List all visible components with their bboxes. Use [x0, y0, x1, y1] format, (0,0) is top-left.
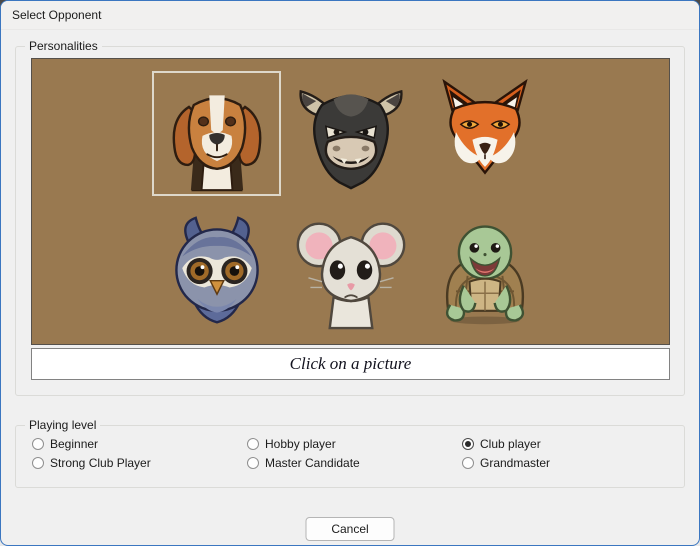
avatar-mouse[interactable]	[286, 209, 415, 334]
avatar-turtle[interactable]	[420, 209, 549, 334]
radio-label: Master Candidate	[265, 456, 360, 470]
radio-label: Beginner	[50, 437, 98, 451]
avatar-row-bottom	[32, 209, 669, 334]
personalities-label: Personalities	[25, 39, 102, 54]
radio-icon[interactable]	[32, 438, 44, 450]
radio-option-strong-club-player[interactable]: Strong Club Player	[32, 455, 151, 471]
radio-option-master-candidate[interactable]: Master Candidate	[247, 455, 360, 471]
titlebar[interactable]: Select Opponent	[1, 1, 699, 30]
radio-option-hobby-player[interactable]: Hobby player	[247, 436, 336, 452]
turtle-icon	[427, 214, 543, 330]
cancel-button[interactable]: Cancel	[306, 517, 395, 541]
avatar-owl[interactable]	[152, 209, 281, 334]
fox-icon	[427, 76, 543, 192]
playing-level-groupbox: Playing level Beginner Strong Club Playe…	[15, 425, 685, 488]
radio-icon[interactable]	[462, 438, 474, 450]
bull-icon	[293, 76, 409, 192]
radio-label: Hobby player	[265, 437, 336, 451]
avatar-dog[interactable]	[152, 71, 281, 196]
avatar-fox[interactable]	[420, 71, 549, 196]
personalities-groupbox: Personalities	[15, 46, 685, 396]
avatar-panel	[31, 58, 670, 345]
radio-label: Club player	[480, 437, 541, 451]
radio-option-grandmaster[interactable]: Grandmaster	[462, 455, 550, 471]
radio-option-beginner[interactable]: Beginner	[32, 436, 98, 452]
select-opponent-dialog: Select Opponent Personalities	[0, 0, 700, 546]
avatar-bull[interactable]	[286, 71, 415, 196]
radio-option-club-player[interactable]: Club player	[462, 436, 541, 452]
radio-icon[interactable]	[32, 457, 44, 469]
playing-level-label: Playing level	[25, 418, 100, 433]
dog-icon	[159, 76, 275, 192]
radio-icon[interactable]	[247, 438, 259, 450]
radio-label: Grandmaster	[480, 456, 550, 470]
hint-text: Click on a picture	[290, 354, 412, 374]
radio-icon[interactable]	[462, 457, 474, 469]
radio-label: Strong Club Player	[50, 456, 151, 470]
owl-icon	[159, 214, 275, 330]
window-title: Select Opponent	[12, 8, 101, 22]
hint-bar: Click on a picture	[31, 348, 670, 380]
radio-icon[interactable]	[247, 457, 259, 469]
mouse-icon	[293, 214, 409, 330]
avatar-row-top	[32, 71, 669, 196]
